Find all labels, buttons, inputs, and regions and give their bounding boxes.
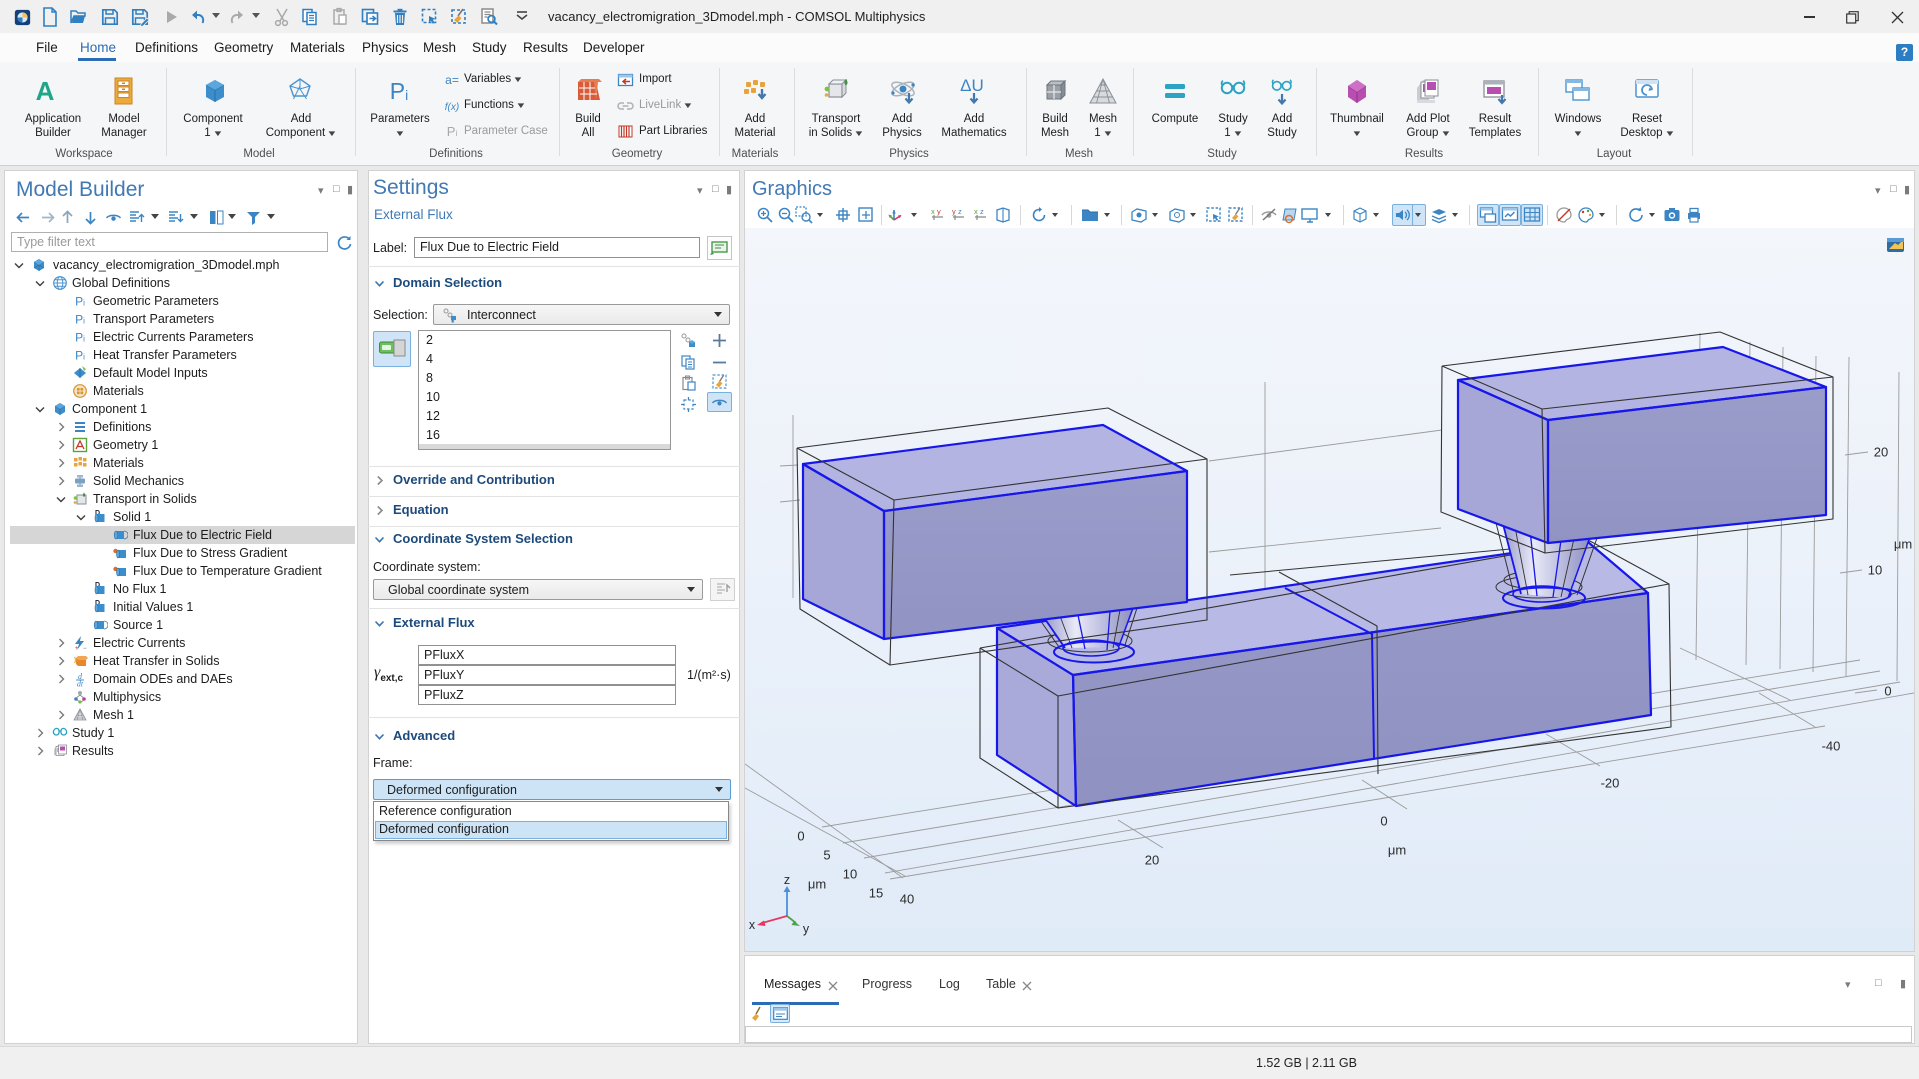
- svg-text:dt: dt: [77, 680, 84, 688]
- svg-text:Pi: Pi: [447, 124, 458, 139]
- svg-text:-20: -20: [1601, 776, 1620, 791]
- svg-text:Pi: Pi: [75, 313, 85, 327]
- svg-text:a=: a=: [445, 73, 459, 87]
- svg-text:μm: μm: [1388, 843, 1406, 858]
- svg-text:y: y: [952, 207, 956, 216]
- svg-text:40: 40: [900, 892, 914, 907]
- svg-text:A: A: [36, 76, 55, 106]
- svg-text:y: y: [937, 207, 941, 216]
- svg-text:0: 0: [1884, 684, 1891, 699]
- svg-text:+: +: [75, 646, 79, 651]
- svg-text:x: x: [931, 207, 935, 216]
- svg-text:x: x: [749, 918, 756, 932]
- svg-text:y: y: [803, 922, 810, 936]
- svg-text:f(x): f(x): [445, 102, 459, 113]
- svg-text:Pi: Pi: [75, 295, 85, 309]
- svg-text:Pi: Pi: [75, 349, 85, 363]
- svg-text:Pi: Pi: [390, 78, 408, 104]
- svg-text:5: 5: [823, 848, 830, 863]
- svg-text:10: 10: [843, 867, 857, 882]
- svg-text:z: z: [784, 873, 790, 887]
- svg-text:-40: -40: [1822, 739, 1841, 754]
- svg-text:μm: μm: [808, 877, 826, 892]
- svg-text:20: 20: [1145, 853, 1159, 868]
- svg-text:x: x: [974, 207, 978, 216]
- svg-text:ΔU: ΔU: [960, 76, 984, 95]
- svg-text:z: z: [980, 207, 984, 216]
- svg-text:Pi: Pi: [75, 331, 85, 345]
- svg-text:0: 0: [1380, 814, 1387, 829]
- svg-text:z: z: [958, 207, 962, 216]
- svg-text:μm: μm: [1894, 537, 1912, 552]
- svg-text:0: 0: [797, 829, 804, 844]
- svg-text:15: 15: [869, 886, 883, 901]
- svg-text:10: 10: [1868, 563, 1882, 578]
- svg-text:−: −: [83, 646, 87, 651]
- svg-text:20: 20: [1874, 445, 1888, 460]
